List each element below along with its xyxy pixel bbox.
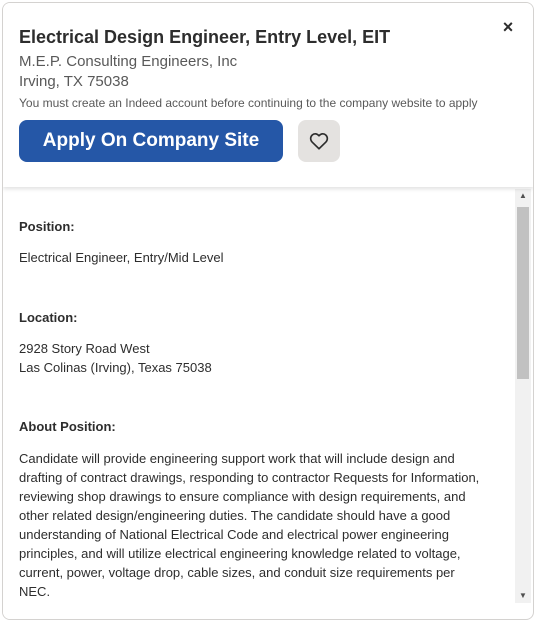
job-header: × Electrical Design Engineer, Entry Leve… <box>3 3 533 187</box>
heart-icon <box>309 132 329 150</box>
scrollbar[interactable]: ▲ ▼ <box>515 189 531 603</box>
address-line-2: Las Colinas (Irving), Texas 75038 <box>19 360 212 375</box>
apply-on-company-site-button[interactable]: Apply On Company Site <box>19 120 283 162</box>
scroll-thumb[interactable] <box>517 207 529 379</box>
location-heading: Location: <box>19 310 78 325</box>
job-description[interactable]: Position: Electrical Engineer, Entry/Mid… <box>3 187 515 619</box>
about-position-text: Candidate will provide engineering suppo… <box>19 451 480 599</box>
position-text: Electrical Engineer, Entry/Mid Level <box>19 250 224 265</box>
company-name[interactable]: M.E.P. Consulting Engineers, Inc <box>19 53 237 70</box>
job-location: Irving, TX 75038 <box>19 73 129 90</box>
position-heading: Position: <box>19 219 75 234</box>
close-icon[interactable]: × <box>499 17 517 37</box>
scroll-down-arrow-icon[interactable]: ▼ <box>515 589 531 603</box>
job-detail-panel: × Electrical Design Engineer, Entry Leve… <box>2 2 534 620</box>
scroll-up-arrow-icon[interactable]: ▲ <box>515 189 531 203</box>
save-job-button[interactable] <box>298 120 340 162</box>
job-title: Electrical Design Engineer, Entry Level,… <box>19 27 391 47</box>
address-line-1: 2928 Story Road West <box>19 341 150 356</box>
account-notice: You must create an Indeed account before… <box>19 96 478 110</box>
about-position-heading: About Position: <box>19 419 116 434</box>
